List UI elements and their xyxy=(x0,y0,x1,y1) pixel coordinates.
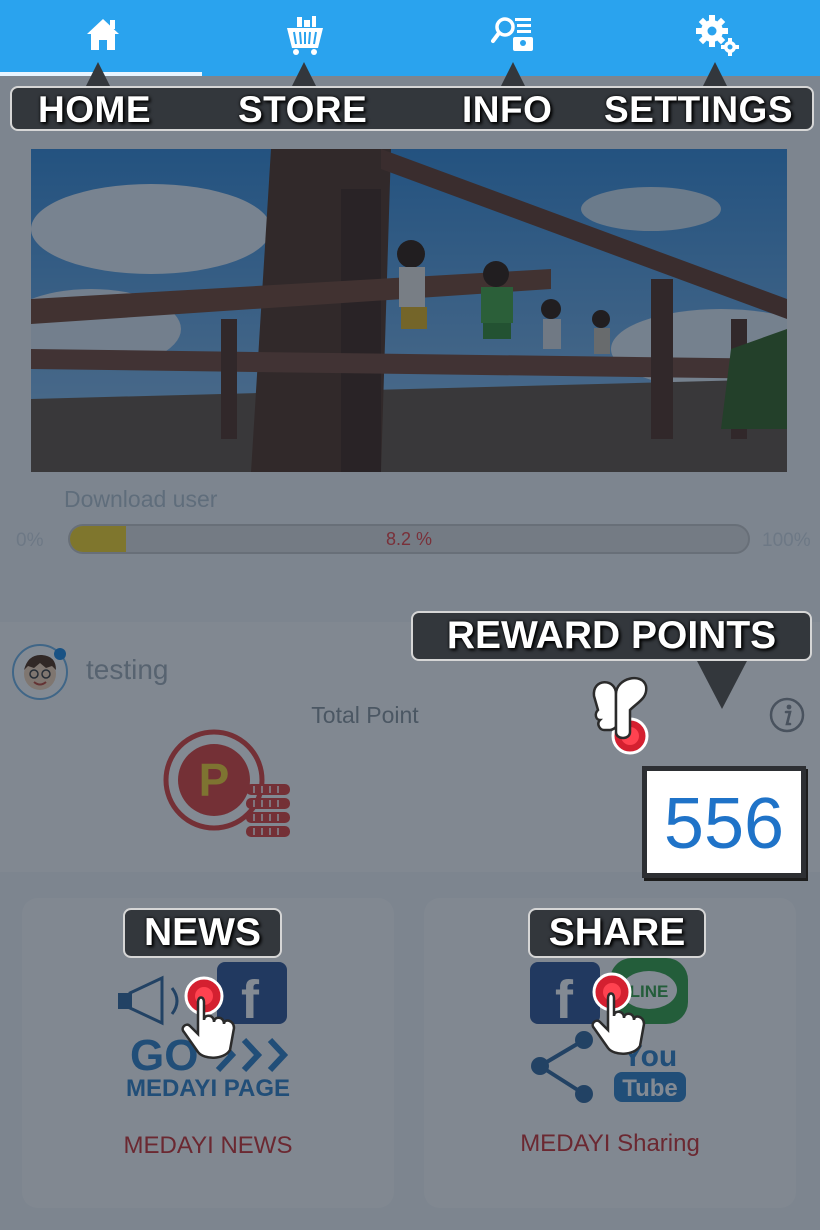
reward-points-value: 556 xyxy=(663,784,785,864)
news-tag: NEWS xyxy=(123,908,282,958)
home-label: HOME xyxy=(38,89,151,130)
tap-hand-icon xyxy=(181,976,236,1059)
tap-hand-icon xyxy=(592,676,649,755)
info-pointer xyxy=(501,62,525,86)
reward-points-tag: REWARD POINTS xyxy=(411,611,812,661)
tap-hand-icon xyxy=(591,972,646,1055)
search-document-icon xyxy=(490,17,533,51)
home-icon xyxy=(86,19,119,50)
shopping-basket-icon xyxy=(286,16,323,55)
reward-points-box: 556 xyxy=(642,766,806,878)
settings-label: SETTINGS xyxy=(604,89,794,130)
share-tag: SHARE xyxy=(528,908,706,958)
gears-icon xyxy=(695,15,739,56)
home-pointer xyxy=(86,62,110,86)
info-label: INFO xyxy=(462,89,553,130)
reward-pointer xyxy=(696,659,748,709)
store-pointer xyxy=(292,62,316,86)
settings-pointer xyxy=(703,62,727,86)
store-label: STORE xyxy=(238,89,368,130)
top-nav-bar xyxy=(0,0,820,76)
